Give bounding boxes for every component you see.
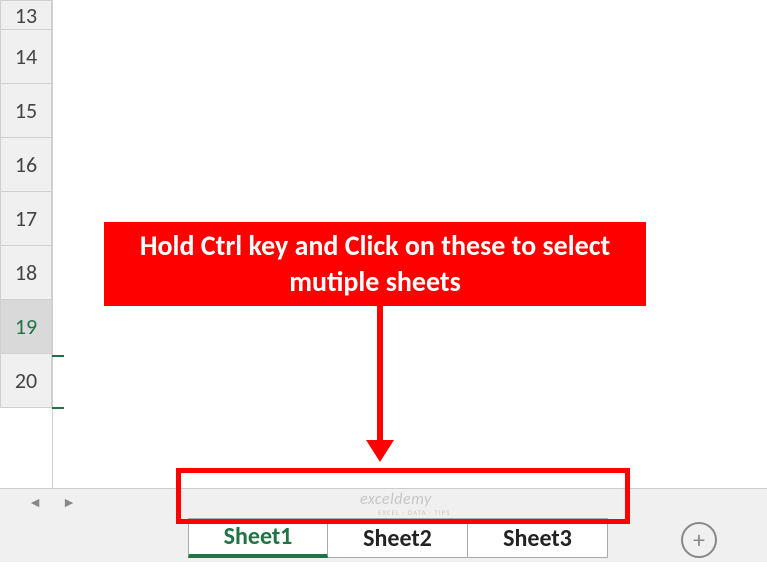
- sheet-tab-sheet2[interactable]: Sheet2: [328, 518, 468, 558]
- grid-edge: [52, 0, 53, 490]
- callout-arrow-icon: [377, 306, 383, 446]
- watermark-text: exceldemy: [360, 490, 432, 509]
- row-header[interactable]: 20: [0, 354, 52, 408]
- row-headers-column: 13 14 15 16 17 18 19 20: [0, 0, 52, 408]
- sheet-tab-sheet3[interactable]: Sheet3: [468, 518, 608, 558]
- instruction-callout: Hold Ctrl key and Click on these to sele…: [104, 222, 646, 306]
- row-header[interactable]: 17: [0, 192, 52, 246]
- scroll-right-icon[interactable]: ►: [56, 490, 82, 516]
- tab-nav-spacer: [0, 516, 188, 562]
- scroll-left-icon[interactable]: ◄: [22, 490, 48, 516]
- row-header[interactable]: 13: [0, 0, 52, 30]
- row-header-selected[interactable]: 19: [0, 300, 52, 354]
- callout-text: Hold Ctrl key and Click on these to sele…: [112, 228, 638, 301]
- sheet-tabs-row: Sheet1 Sheet2 Sheet3: [0, 516, 767, 562]
- add-sheet-button[interactable]: +: [681, 522, 717, 558]
- selected-cell-edge: [52, 355, 64, 409]
- row-header[interactable]: 18: [0, 246, 52, 300]
- row-header[interactable]: 16: [0, 138, 52, 192]
- plus-icon: +: [693, 526, 705, 555]
- row-header[interactable]: 15: [0, 84, 52, 138]
- sheet-tab-sheet1[interactable]: Sheet1: [188, 518, 328, 558]
- row-header[interactable]: 14: [0, 30, 52, 84]
- watermark-subtext: EXCEL · DATA · TIPS: [378, 508, 450, 517]
